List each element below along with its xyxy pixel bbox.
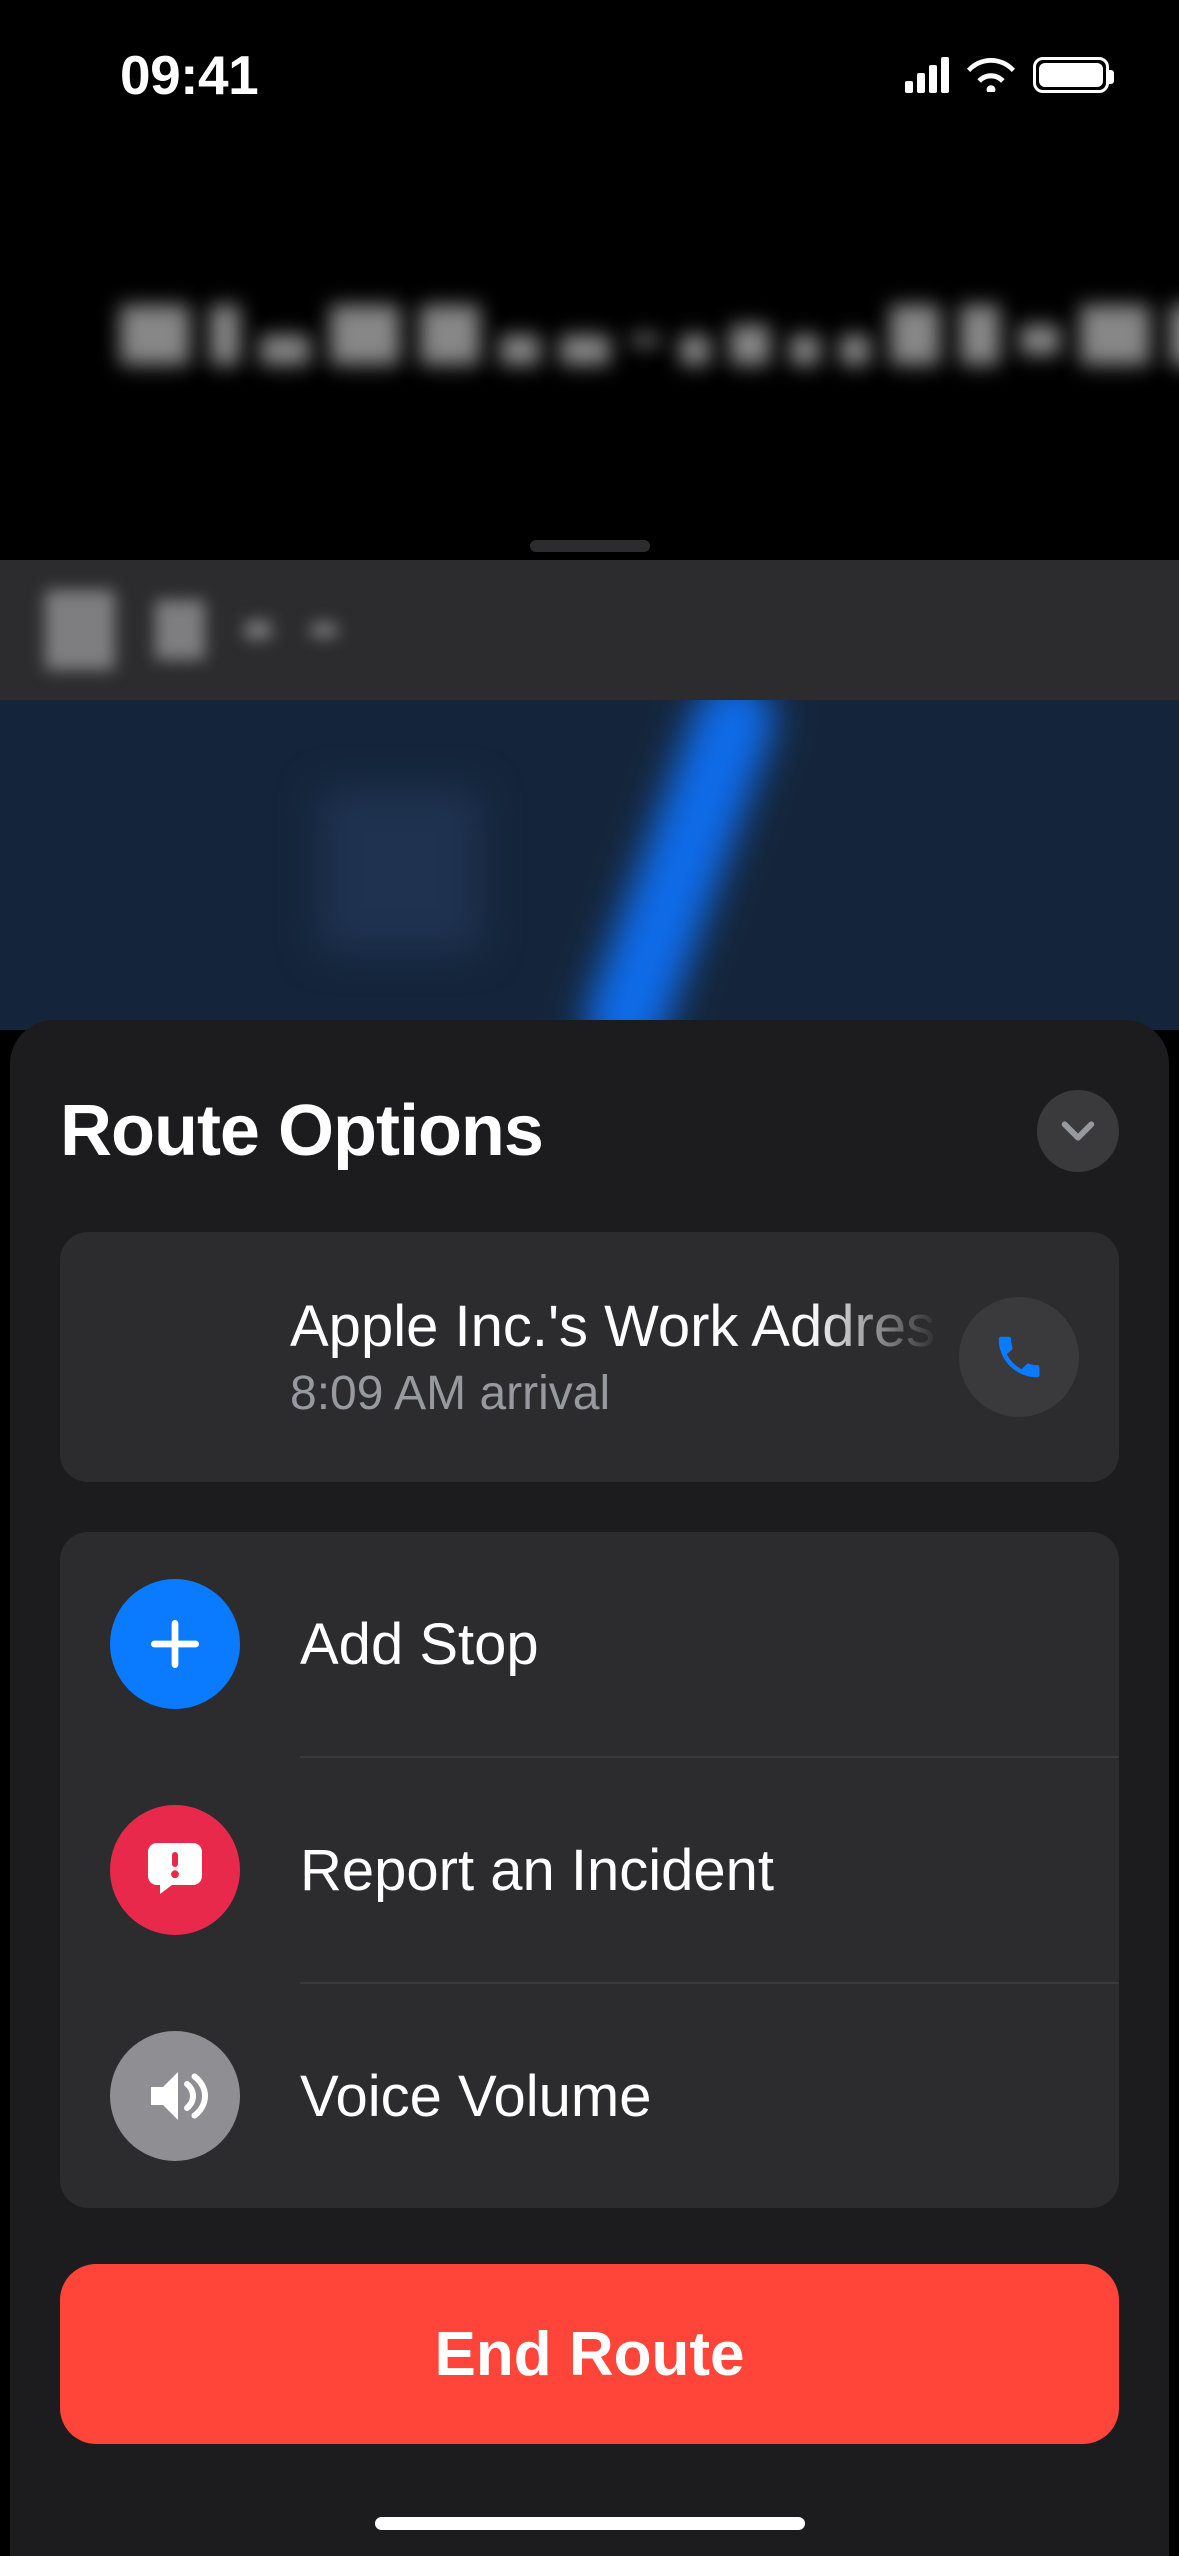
chevron-down-icon	[1058, 1111, 1098, 1151]
report-incident-label: Report an Incident	[300, 1837, 774, 1904]
route-line	[574, 700, 786, 1030]
report-incident-row[interactable]: Report an Incident	[60, 1758, 1119, 1982]
report-icon	[110, 1805, 240, 1935]
map-background[interactable]	[0, 700, 1179, 1030]
next-turn-icon	[45, 590, 115, 670]
sheet-title: Route Options	[60, 1090, 543, 1172]
collapse-button[interactable]	[1037, 1090, 1119, 1172]
destination-arrival-time: 8:09 AM arrival	[290, 1366, 939, 1421]
options-list: Add Stop Report an Incident	[60, 1532, 1119, 2208]
speaker-icon	[110, 2031, 240, 2161]
status-time: 09:41	[120, 43, 258, 107]
phone-icon	[992, 1330, 1046, 1384]
add-stop-label: Add Stop	[300, 1611, 539, 1678]
status-indicators	[905, 57, 1109, 93]
voice-volume-row[interactable]: Voice Volume	[60, 1984, 1119, 2208]
status-bar: 09:41	[0, 0, 1179, 150]
end-route-button[interactable]: End Route	[60, 2264, 1119, 2444]
navigation-next-step-strip	[0, 560, 1179, 700]
banner-grabber[interactable]	[530, 540, 650, 552]
plus-icon	[110, 1579, 240, 1709]
navigation-direction-banner	[0, 245, 1179, 415]
wifi-icon	[967, 58, 1015, 92]
destination-card[interactable]: Apple Inc.'s Work Address 8:09 AM arriva…	[60, 1232, 1119, 1482]
end-route-label: End Route	[435, 2319, 745, 2390]
voice-volume-label: Voice Volume	[300, 2063, 651, 2130]
home-indicator[interactable]	[375, 2517, 805, 2530]
route-options-sheet: Route Options Apple Inc.'s Work Address …	[10, 1020, 1169, 2556]
destination-title: Apple Inc.'s Work Address	[290, 1293, 939, 1360]
cellular-icon	[905, 57, 949, 93]
battery-icon	[1033, 57, 1109, 93]
call-button[interactable]	[959, 1297, 1079, 1417]
add-stop-row[interactable]: Add Stop	[60, 1532, 1119, 1756]
direction-text-obscured	[120, 295, 1179, 365]
